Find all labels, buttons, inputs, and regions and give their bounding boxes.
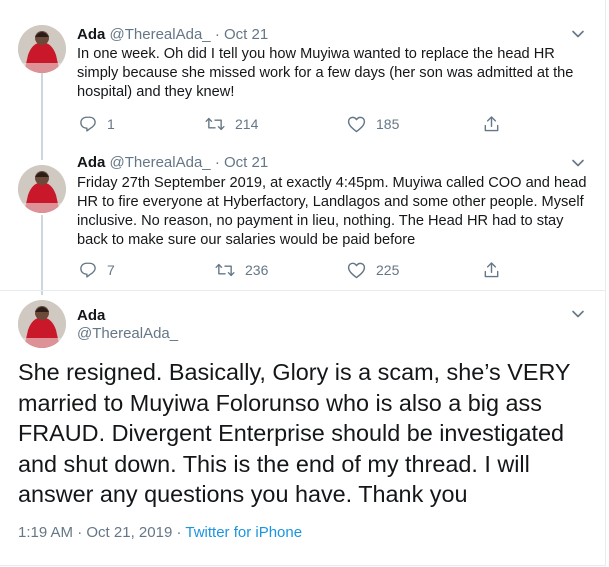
meta-separator: · bbox=[73, 524, 87, 541]
tweet-text: She resigned. Basically, Glory is a scam… bbox=[18, 359, 571, 507]
tweet-meta: 1:19 AM · Oct 21, 2019 · Twitter for iPh… bbox=[18, 523, 302, 543]
meta-separator: · bbox=[172, 524, 186, 541]
main-tweet: Ada @TherealAda_ She resigned. Basically… bbox=[0, 0, 606, 566]
avatar[interactable] bbox=[18, 300, 66, 348]
author-handle[interactable]: @TherealAda_ bbox=[77, 324, 178, 344]
tweet-full-date[interactable]: Oct 21, 2019 bbox=[86, 524, 172, 541]
author-name[interactable]: Ada bbox=[77, 306, 105, 326]
chevron-down-icon[interactable] bbox=[570, 306, 586, 322]
divider bbox=[0, 290, 606, 291]
tweet-source-link[interactable]: Twitter for iPhone bbox=[185, 524, 302, 541]
tweet-time[interactable]: 1:19 AM bbox=[18, 524, 73, 541]
